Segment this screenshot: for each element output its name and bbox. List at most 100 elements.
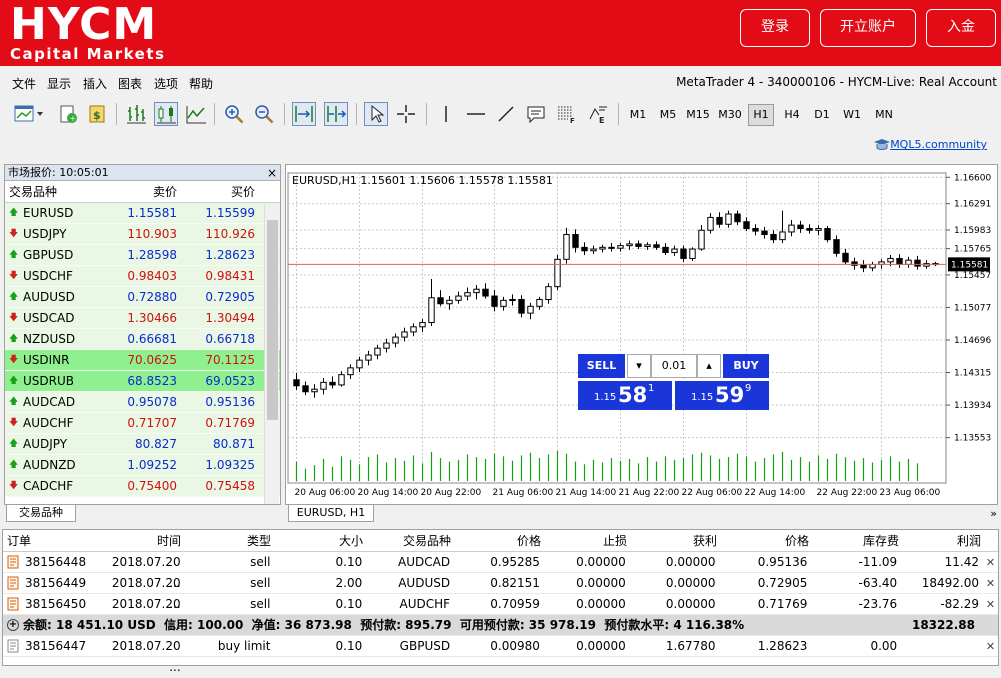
x-tick-label: 22 Aug 14:00 (745, 488, 806, 498)
menu-options[interactable]: 选项 (154, 75, 178, 92)
col-current-price[interactable]: 价格 (721, 530, 813, 551)
scrollbar-thumb[interactable] (267, 220, 278, 420)
trade-row[interactable]: 38156448 2018.07.20 ... sell 0.10 AUDCAD 0.95… (3, 552, 998, 590)
market-watch-row-usdinr[interactable]: 🡇 USDINR 70.0625 70.1125 (5, 350, 280, 371)
one-click-trading-panel: SELL ▾ 0.01 ▴ BUY 1.15 58 1 1.15 59 9 (574, 354, 770, 411)
cursor-icon[interactable] (364, 102, 388, 126)
timeframe-m5[interactable]: M5 (654, 104, 682, 126)
market-watch-icon[interactable]: $ (86, 102, 110, 126)
market-watch-row-cadchf[interactable]: 🡇 CADCHF 0.75400 0.75458 (5, 476, 280, 497)
col-profit[interactable]: 利润 (903, 530, 985, 551)
lot-size-input[interactable]: 0.01 (651, 354, 697, 378)
col-price[interactable]: 价格 (455, 530, 545, 551)
col-time[interactable]: 时间 (103, 530, 185, 551)
tab-symbols[interactable]: 交易品种 (6, 505, 76, 522)
market-watch-row-usdcad[interactable]: 🡇 USDCAD 1.30466 1.30494 (5, 308, 280, 329)
auto-scroll-icon[interactable] (292, 102, 316, 126)
close-order-icon[interactable]: ✕ (983, 636, 998, 656)
zoom-out-icon[interactable] (252, 102, 276, 126)
pending-order-row[interactable]: 38156447 2018.07.20 ... buy limit 0.10 G… (3, 636, 998, 674)
col-bid[interactable]: 卖价 (105, 181, 183, 202)
market-watch-row-usdrub[interactable]: 🡅 USDRUB 68.8523 69.0523 (5, 371, 280, 392)
horizontal-line-icon[interactable] (464, 102, 488, 126)
text-label-icon[interactable] (524, 102, 548, 126)
deposit-button[interactable]: 入金 (926, 9, 996, 47)
col-sl[interactable]: 止损 (545, 530, 631, 551)
timeframe-m15[interactable]: M15 (684, 104, 712, 126)
market-watch-row-audusd[interactable]: 🡅 AUDUSD 0.72880 0.72905 (5, 287, 280, 308)
timeframe-m1[interactable]: M1 (624, 104, 652, 126)
buy-button[interactable]: BUY (723, 354, 769, 378)
expand-icon[interactable]: + (7, 619, 19, 631)
trendline-icon[interactable] (494, 102, 518, 126)
line-chart-icon[interactable] (184, 102, 208, 126)
close-order-icon[interactable]: ✕ (983, 573, 998, 593)
chart-shift-icon[interactable] (324, 102, 348, 126)
col-swap[interactable]: 库存费 (813, 530, 903, 551)
close-icon[interactable]: × (267, 165, 277, 181)
col-order[interactable]: 订单 (3, 530, 103, 551)
menu-insert[interactable]: 插入 (83, 75, 107, 92)
menu-charts[interactable]: 图表 (118, 75, 142, 92)
candlestick-chart[interactable]: 1.166001.162911.159831.157651.154571.150… (286, 165, 999, 506)
open-account-button[interactable]: 开立账户 (820, 9, 916, 47)
col-type[interactable]: 类型 (185, 530, 275, 551)
close-order-icon[interactable]: ✕ (983, 552, 998, 572)
timeframe-m30[interactable]: M30 (716, 104, 744, 126)
symbol-name: AUDCHF (23, 415, 74, 430)
market-watch-row-usdchf[interactable]: 🡇 USDCHF 0.98403 0.98431 (5, 266, 280, 287)
sell-price[interactable]: 1.15 58 1 (578, 381, 672, 410)
menu-help[interactable]: 帮助 (189, 75, 213, 92)
plot-area (287, 172, 947, 484)
hycm-logo[interactable]: HYCM Capital Markets (10, 2, 165, 63)
menu-view[interactable]: 显示 (47, 75, 71, 92)
trade-row[interactable]: 38156450 2018.07.20 ... sell 0.10 AUDCHF 0.70… (3, 594, 998, 632)
sell-button[interactable]: SELL (578, 354, 625, 378)
market-watch-row-audcad[interactable]: 🡅 AUDCAD 0.95078 0.95136 (5, 392, 280, 413)
lot-decrease-button[interactable]: ▾ (627, 354, 651, 378)
col-symbol[interactable]: 交易品种 (5, 181, 105, 202)
tabs-scroll-icon[interactable]: » (990, 507, 997, 520)
pending-swap: 0.00 (870, 639, 898, 653)
candle-body (572, 234, 579, 248)
chart-window[interactable]: 1.16600 1.16291 1.15983 1.15765 1.15457 1.150… (285, 164, 998, 505)
zoom-in-icon[interactable] (222, 102, 246, 126)
profiles-icon[interactable]: + (56, 102, 80, 126)
timeframe-d1[interactable]: D1 (808, 104, 836, 126)
market-watch-row-audjpy[interactable]: 🡅 AUDJPY 80.827 80.871 (5, 434, 280, 455)
col-symbol[interactable]: 交易品种 (367, 530, 455, 551)
timeframe-h4[interactable]: H4 (778, 104, 806, 126)
market-watch-header: 交易品种 卖价 买价 (5, 181, 280, 203)
market-watch-row-audnzd[interactable]: 🡅 AUDNZD 1.09252 1.09325 (5, 455, 280, 476)
timeframe-w1[interactable]: W1 (838, 104, 866, 126)
new-chart-icon[interactable] (10, 102, 46, 126)
mql5-community-link[interactable]: MQL5.community (890, 138, 987, 151)
close-order-icon[interactable]: ✕ (983, 594, 998, 614)
candlestick-chart-icon[interactable] (154, 102, 178, 126)
market-watch-row-gbpusd[interactable]: 🡅 GBPUSD 1.28598 1.28623 (5, 245, 280, 266)
menu-file[interactable]: 文件 (12, 75, 36, 92)
lot-increase-button[interactable]: ▴ (697, 354, 721, 378)
timeframe-mn[interactable]: MN (868, 104, 900, 126)
buy-price[interactable]: 1.15 59 9 (675, 381, 769, 410)
col-tp[interactable]: 获利 (631, 530, 721, 551)
login-button[interactable]: 登录 (740, 9, 810, 47)
objects-icon[interactable]: E (586, 102, 610, 126)
fibonacci-icon[interactable]: F (554, 102, 578, 126)
order-type: sell (250, 555, 271, 569)
market-watch-row-nzdusd[interactable]: 🡅 NZDUSD 0.66681 0.66718 (5, 329, 280, 350)
vertical-line-icon[interactable] (434, 102, 458, 126)
crosshair-icon[interactable] (394, 102, 418, 126)
tab-chart-eurusd[interactable]: EURUSD, H1 (288, 505, 374, 522)
timeframe-h1[interactable]: H1 (748, 104, 774, 126)
col-size[interactable]: 大小 (275, 530, 367, 551)
market-watch-scrollbar[interactable] (264, 204, 279, 504)
trade-row[interactable]: 38156449 2018.07.20 ... sell 2.00 AUDUSD 0.82… (3, 573, 998, 611)
market-watch-row-audchf[interactable]: 🡇 AUDCHF 0.71707 0.71769 (5, 413, 280, 434)
candle-body (455, 295, 462, 301)
order-type: sell (250, 597, 271, 611)
market-watch-row-eurusd[interactable]: 🡅 EURUSD 1.15581 1.15599 (5, 203, 280, 224)
col-ask[interactable]: 买价 (183, 181, 261, 202)
market-watch-row-usdjpy[interactable]: 🡇 USDJPY 110.903 110.926 (5, 224, 280, 245)
bar-chart-icon[interactable] (124, 102, 148, 126)
